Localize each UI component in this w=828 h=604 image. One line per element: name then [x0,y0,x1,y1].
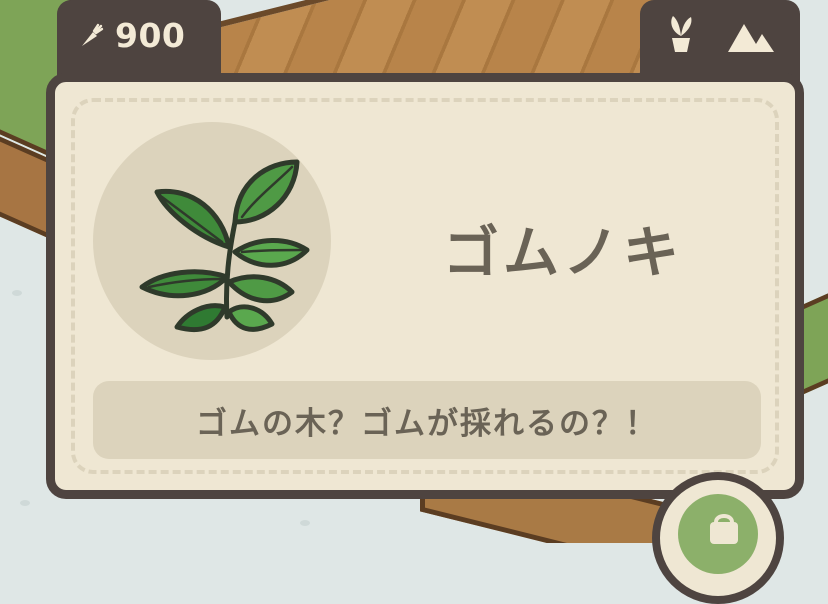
carrot-count: 900 [115,16,186,55]
mountain-icon[interactable] [726,20,776,54]
shop-bag-button[interactable] [652,472,784,604]
carrot-counter: 900 [77,16,185,55]
item-description: ゴムの木？ゴムが採れるの？！ [196,405,658,442]
potted-plant-icon[interactable] [664,14,698,54]
shopping-bag-icon [710,514,738,544]
area-switch-tab [640,0,800,84]
carrot-icon [82,23,104,46]
rubber-tree-plant-icon [139,159,310,333]
snow-speck [300,520,310,526]
snow-speck [12,290,22,296]
carrot-counter-tab: 900 [57,0,221,84]
snow-speck [20,500,30,506]
item-name: ゴムノキ [443,221,683,286]
item-detail-card: ゴムノキ ゴムの木？ゴムが採れるの？！ [46,73,804,499]
item-description-panel: ゴムの木？ゴムが採れるの？！ [93,381,761,459]
